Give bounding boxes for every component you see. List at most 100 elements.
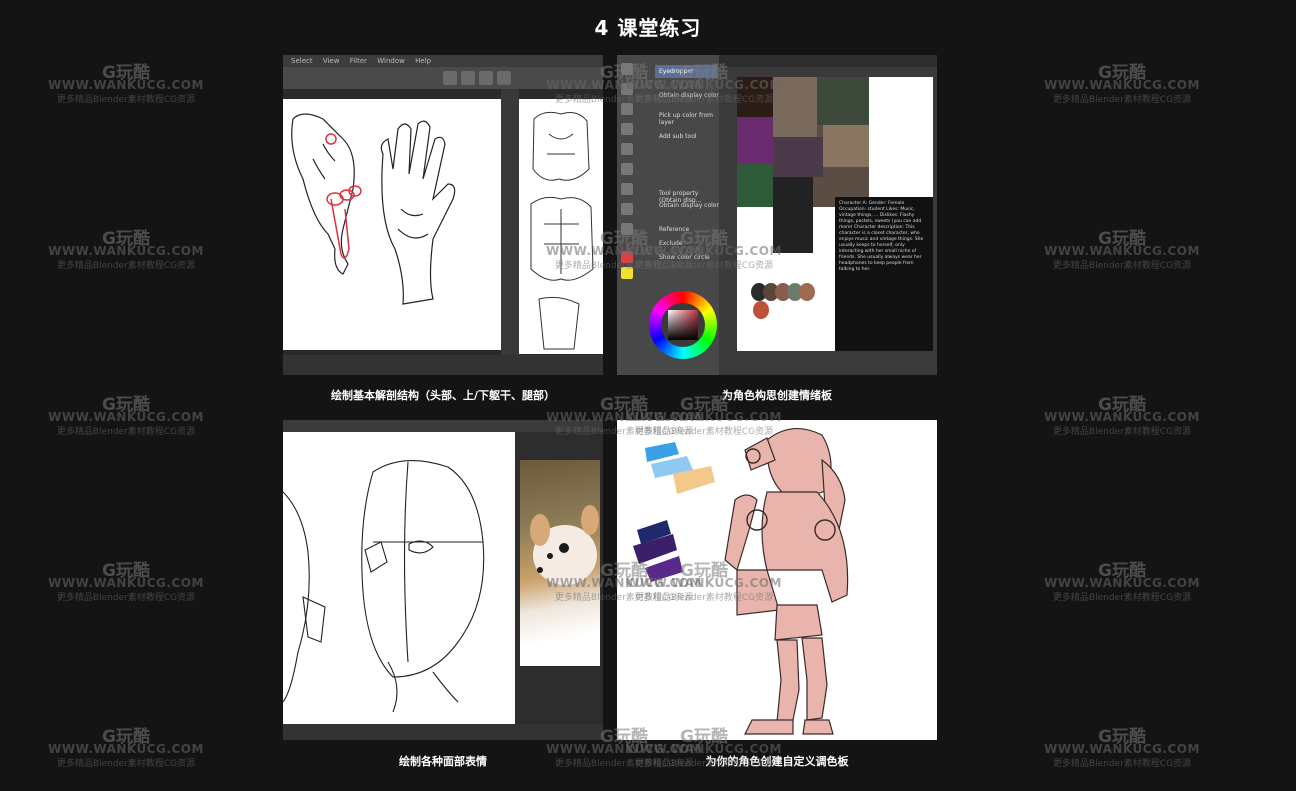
- moodboard-panel: Eyedropper Obtain display color Pick up …: [617, 55, 937, 375]
- watermark-url: WWW.WANKUCG.COM: [1044, 78, 1200, 92]
- fill-icon[interactable]: [621, 143, 633, 155]
- watermark: G玩酷 WWW.WANKUCG.COM 更多精品Blender素材教程CG资源: [1042, 224, 1202, 271]
- menu-item-help[interactable]: Help: [415, 57, 431, 65]
- watermark-subtitle: 更多精品Blender素材教程CG资源: [1052, 759, 1192, 769]
- palette-swatch: [799, 283, 815, 301]
- tool-icon[interactable]: [479, 71, 493, 85]
- character-figure: [724, 428, 849, 735]
- watermark-url: WWW.WANKUCG.COM: [1044, 244, 1200, 258]
- add-sub-tool-button[interactable]: Add sub tool: [659, 133, 697, 140]
- tool-icon[interactable]: [461, 71, 475, 85]
- watermark-url: WWW.WANKUCG.COM: [48, 576, 204, 590]
- obtain-display-color: Obtain display color: [659, 202, 719, 209]
- watermark-logo: G玩酷: [1098, 63, 1146, 83]
- hand-sketch: [291, 113, 456, 305]
- store-photo: [817, 77, 869, 125]
- shape-icon[interactable]: [621, 183, 633, 195]
- watermark: G玩酷 WWW.WANKUCG.COM 更多精品Blender素材教程CG资源: [46, 556, 206, 603]
- toolbar: [283, 67, 603, 89]
- gradient-icon[interactable]: [621, 163, 633, 175]
- face-sketch-canvas[interactable]: [283, 432, 515, 724]
- watermark: G玩酷 WWW.WANKUCG.COM 更多精品Blender素材教程CG资源: [46, 390, 206, 437]
- pen-icon[interactable]: [621, 83, 633, 95]
- watermark-subtitle: 更多精品Blender素材教程CG资源: [56, 95, 196, 105]
- exclude-label: Exclude: [659, 240, 683, 247]
- watermark-url: WWW.WANKUCG.COM: [48, 78, 204, 92]
- neon-photo: [737, 117, 773, 163]
- reference-label: Reference: [659, 226, 690, 233]
- watermark-url: WWW.WANKUCG.COM: [1044, 576, 1200, 590]
- dog-illustration: [530, 505, 599, 585]
- anatomy-drawing-panel: Select View Filter Window Help: [283, 55, 603, 375]
- vinyl-photo: [737, 77, 773, 117]
- character-palette-art: [633, 428, 849, 735]
- watermark-logo: G玩酷: [1098, 727, 1146, 747]
- caption-expressions: 绘制各种面部表情: [399, 755, 487, 768]
- palette-swatch: [753, 301, 769, 319]
- watermark-url: WWW.WANKUCG.COM: [48, 244, 204, 258]
- watermark-logo: G玩酷: [102, 229, 150, 249]
- watermark: G玩酷 WWW.WANKUCG.COM 更多精品Blender素材教程CG资源: [46, 58, 206, 105]
- tab-bar: [283, 420, 603, 432]
- plant-photo: [737, 163, 773, 207]
- crowd-photo: [773, 137, 823, 177]
- watermark: G玩酷 WWW.WANKUCG.COM 更多精品Blender素材教程CG资源: [1042, 722, 1202, 769]
- color-picker-square[interactable]: [668, 310, 698, 340]
- watermark-subtitle: 更多精品Blender素材教程CG资源: [56, 261, 196, 271]
- menu-item-window[interactable]: Window: [377, 57, 405, 65]
- eyedropper-button[interactable]: Eyedropper: [655, 65, 717, 78]
- dog-reference-photo: [520, 460, 600, 666]
- selection-icon[interactable]: [621, 223, 633, 235]
- caption-palette: 为你的角色创建自定义调色板: [705, 755, 849, 768]
- watermark: G玩酷 WWW.WANKUCG.COM 更多精品Blender素材教程CG资源: [1042, 390, 1202, 437]
- tool-text-1: Obtain display color: [659, 92, 719, 99]
- status-bar: [283, 355, 603, 375]
- watermark: G玩酷 WWW.WANKUCG.COM 更多精品Blender素材教程CG资源: [46, 224, 206, 271]
- moodboard-photos: [737, 77, 869, 253]
- scroll-strip[interactable]: [501, 89, 519, 375]
- eyedropper-icon[interactable]: [621, 63, 633, 75]
- face-sketch: [283, 460, 485, 713]
- watermark: G玩酷 WWW.WANKUCG.COM 更多精品Blender素材教程CG资源: [1042, 58, 1202, 105]
- hand-sketch-canvas[interactable]: [283, 99, 501, 350]
- purple-swatch-stroke: [645, 556, 683, 582]
- tool-icon[interactable]: [497, 71, 511, 85]
- watermark-logo: G玩酷: [102, 395, 150, 415]
- caption-anatomy: 绘制基本解剖结构（头部、上/下躯干、腿部）: [330, 389, 556, 402]
- menu-bar: Select View Filter Window Help: [283, 55, 603, 67]
- brush-icon[interactable]: [621, 103, 633, 115]
- menu-item-select[interactable]: Select: [291, 57, 313, 65]
- watermark-url: WWW.WANKUCG.COM: [48, 742, 204, 756]
- menu-item-view[interactable]: View: [323, 57, 340, 65]
- text-icon[interactable]: [621, 203, 633, 215]
- street-photo: [773, 77, 817, 137]
- tool-text-2: Pick up color from layer: [659, 112, 713, 126]
- status-bar: [283, 724, 603, 740]
- watermark-logo: G玩酷: [1098, 229, 1146, 249]
- watermark-subtitle: 更多精品Blender素材教程CG资源: [56, 427, 196, 437]
- color-wheel[interactable]: [649, 291, 717, 359]
- page-title: 4 课堂练习: [594, 16, 702, 40]
- eraser-icon[interactable]: [621, 123, 633, 135]
- watermark-subtitle: 更多精品Blender素材教程CG资源: [56, 759, 196, 769]
- torso-sketch: [530, 111, 594, 350]
- facial-expression-panel: [283, 420, 603, 740]
- tool-icon[interactable]: [443, 71, 457, 85]
- shop-photo: [823, 125, 869, 167]
- watermark-logo: G玩酷: [102, 63, 150, 83]
- watermark-subtitle: 更多精品Blender素材教程CG资源: [1052, 261, 1192, 271]
- watermark-logo: G玩酷: [102, 561, 150, 581]
- watermark-url: WWW.WANKUCG.COM: [48, 410, 204, 424]
- portrait-photo: [773, 177, 813, 253]
- show-color-circle-checkbox[interactable]: Show color circle: [659, 254, 710, 261]
- caption-moodboard: 为角色构思创建情绪板: [722, 389, 832, 402]
- custom-palette-panel: [617, 420, 937, 740]
- tab-bar: [719, 55, 937, 67]
- menu-item-filter[interactable]: Filter: [350, 57, 367, 65]
- character-description: Character A: Gender: Female Occupation: …: [835, 197, 933, 351]
- color-swatch-sub[interactable]: [621, 267, 633, 279]
- watermark: G玩酷 WWW.WANKUCG.COM 更多精品Blender素材教程CG资源: [46, 722, 206, 769]
- color-swatch-main[interactable]: [621, 251, 633, 263]
- watermark-url: WWW.WANKUCG.COM: [1044, 410, 1200, 424]
- watermark-logo: G玩酷: [1098, 395, 1146, 415]
